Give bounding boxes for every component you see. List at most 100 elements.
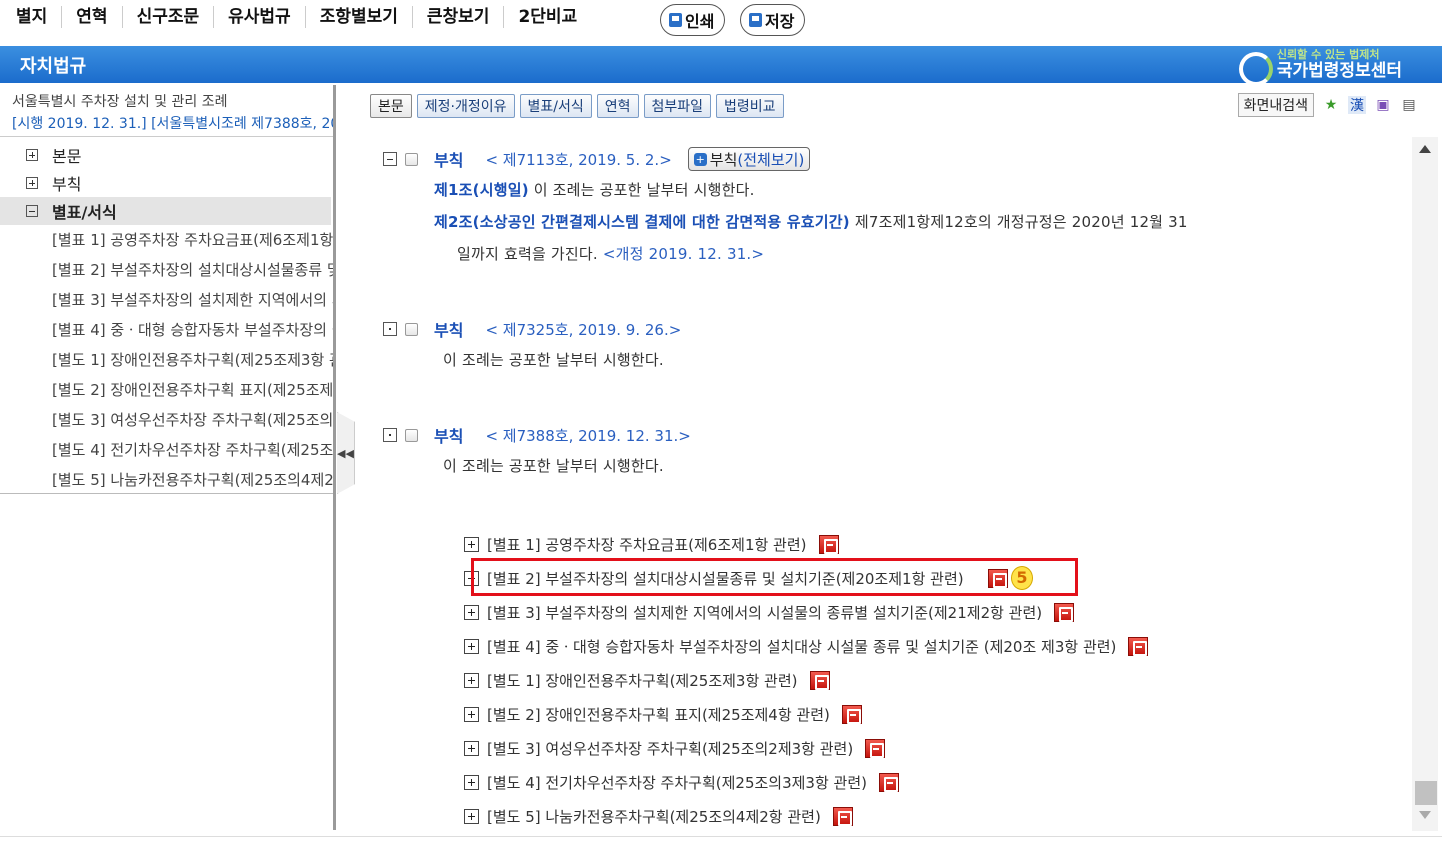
tree-divider: [0, 493, 333, 494]
addendum-reference[interactable]: < 제7113호, 2019. 5. 2.>: [485, 149, 671, 170]
expand-icon[interactable]: [26, 177, 38, 189]
tree-item-table-2[interactable]: [별표 2] 부설주차장의 설치대상시설물종류 및 설치기준(제20조제1항 관…: [0, 255, 333, 285]
tab-main-text[interactable]: 본문: [370, 94, 412, 118]
expand-icon[interactable]: [464, 809, 479, 824]
tree-item-figure-1[interactable]: [별도 1] 장애인전용주차구획(제25조제3항 관련): [0, 345, 333, 375]
tree-item-figure-3[interactable]: [별도 3] 여성우선주차장 주차구획(제25조의2제3항 관련): [0, 405, 333, 435]
form-item-figure-3[interactable]: [별도 3] 여성우선주차장 주차구획(제25조의2제3항 관련): [464, 738, 886, 759]
form-title[interactable]: [별도 5] 나눔카전용주차구획(제25조의4제2항 관련): [487, 806, 821, 827]
form-title[interactable]: [별도 2] 장애인전용주차구획 표지(제25조제4항 관련): [487, 704, 830, 725]
form-item-table-4[interactable]: [별표 4] 중ㆍ대형 승합자동차 부설주차장의 설치대상 시설물 종류 및 설…: [464, 636, 1149, 657]
hwp-file-icon[interactable]: [865, 739, 886, 758]
leaf-icon[interactable]: [383, 322, 397, 336]
print-button[interactable]: 인쇄: [660, 4, 726, 36]
collapse-pane-button[interactable]: ◀◀: [337, 412, 355, 494]
menu-history[interactable]: 연혁: [61, 6, 121, 28]
form-title[interactable]: [별도 4] 전기차우선주차장 주차구획(제25조의3제3항 관련): [487, 772, 867, 793]
menu-byeolji[interactable]: 별지: [8, 6, 61, 28]
expand-icon[interactable]: [464, 707, 479, 722]
tree-item-figure-2[interactable]: [별도 2] 장애인전용주차구획 표지(제25조제4항 관련): [0, 375, 333, 405]
hwp-file-icon[interactable]: [1054, 603, 1075, 622]
plus-icon: +: [693, 152, 707, 166]
form-title[interactable]: [별표 1] 공영주차장 주차요금표(제6조제1항 관련): [487, 534, 807, 555]
menu-two-column-compare[interactable]: 2단비교: [503, 6, 591, 28]
form-item-table-3[interactable]: [별표 3] 부설주차장의 설치제한 지역에서의 시설물의 종류별 설치기준(제…: [464, 602, 1075, 623]
expand-icon[interactable]: [464, 537, 479, 552]
menu-old-new-compare[interactable]: 신구조문: [121, 6, 214, 28]
addendum-reference[interactable]: < 제7325호, 2019. 9. 26.>: [485, 319, 681, 340]
collapse-icon[interactable]: [26, 205, 38, 217]
save-button[interactable]: 저장: [740, 4, 806, 36]
form-item-figure-2[interactable]: [별도 2] 장애인전용주차구획 표지(제25조제4항 관련): [464, 704, 862, 725]
expand-icon[interactable]: [464, 605, 479, 620]
menu-by-article[interactable]: 조항별보기: [304, 6, 412, 28]
tree-item-table-1[interactable]: [별표 1] 공영주차장 주차요금표(제6조제1항 관련): [0, 225, 333, 255]
tree-node-label: 별표/서식: [52, 203, 117, 222]
tab-attached-files[interactable]: 첨부파일: [643, 94, 712, 118]
form-item-figure-4[interactable]: [별도 4] 전기차우선주차장 주차구획(제25조의3제3항 관련): [464, 772, 899, 793]
scroll-down-icon[interactable]: [1419, 811, 1431, 819]
article-text-continued: 일까지 효력을 가진다.: [457, 245, 603, 263]
hwp-file-icon[interactable]: [1128, 637, 1149, 656]
addendum-checkbox[interactable]: [405, 152, 418, 166]
tree-item-table-3[interactable]: [별표 3] 부설주차장의 설치제한 지역에서의 시설물의 종류별 설치기준: [0, 285, 333, 315]
doc-tabs: 본문 제정·개정이유 별표/서식 연혁 첨부파일 법령비교: [370, 94, 784, 118]
star-add-icon[interactable]: ★: [1322, 96, 1340, 114]
tab-history[interactable]: 연혁: [596, 94, 639, 118]
tree-node-attachments[interactable]: 별표/서식: [0, 197, 331, 225]
save-label: 저장: [765, 12, 795, 31]
tree-item-table-4[interactable]: [별표 4] 중ㆍ대형 승합자동차 부설주차장의 설치대상 시설물 종류: [0, 315, 333, 345]
tab-attachments[interactable]: 별표/서식: [519, 94, 592, 118]
hanja-icon[interactable]: 漢: [1348, 96, 1366, 114]
double-chevron-left-icon: ◀◀: [337, 446, 354, 460]
addendum-checkbox[interactable]: [405, 322, 418, 336]
addendum-label: 부칙: [434, 321, 464, 340]
tab-law-compare[interactable]: 법령비교: [716, 94, 784, 118]
form-title[interactable]: [별표 3] 부설주차장의 설치제한 지역에서의 시설물의 종류별 설치기준(제…: [487, 602, 1042, 623]
tab-revision-reason[interactable]: 제정·개정이유: [416, 94, 515, 118]
form-title[interactable]: [별표 4] 중ㆍ대형 승합자동차 부설주차장의 설치대상 시설물 종류 및 설…: [487, 636, 1116, 657]
article-1: 제1조(시행일) 이 조례는 공포한 날부터 시행한다.: [434, 179, 755, 200]
leaf-icon[interactable]: [383, 428, 397, 442]
top-toolbar: 별지 연혁 신구조문 유사법규 조항별보기 큰창보기 2단비교 인쇄 저장: [0, 0, 1442, 46]
tree-item-figure-4[interactable]: [별도 4] 전기차우선주차장 주차구획(제25조의3제3항 관련): [0, 435, 333, 465]
hwp-file-icon[interactable]: [809, 671, 830, 690]
hwp-file-icon[interactable]: [818, 535, 839, 554]
law-enforcement-info: [시행 2019. 12. 31.] [서울특별시조례 제7388호, 2019…: [12, 116, 333, 132]
menu-large-window[interactable]: 큰창보기: [411, 6, 504, 28]
form-title[interactable]: [별도 3] 여성우선주차장 주차구획(제25조의2제3항 관련): [487, 738, 853, 759]
law-header: 서울특별시 주차장 설치 및 관리 조례 [시행 2019. 12. 31.] …: [0, 85, 333, 137]
tree-node-main-text[interactable]: 본문: [0, 141, 333, 169]
collapse-icon[interactable]: [383, 152, 397, 166]
brand-slogan: 신뢰할 수 있는 법제처: [1276, 48, 1380, 61]
expand-icon[interactable]: [464, 741, 479, 756]
expand-icon[interactable]: [464, 639, 479, 654]
revision-note[interactable]: <개정 2019. 12. 31.>: [603, 245, 764, 263]
expand-icon[interactable]: [26, 149, 38, 161]
tree-node-label: 부칙: [52, 175, 82, 194]
in-page-search-button[interactable]: 화면내검색: [1237, 93, 1314, 117]
article-title: 제2조(소상공인 간편결제시스템 결제에 대한 감면적용 유효기간): [434, 213, 850, 231]
addendum-checkbox[interactable]: [405, 428, 418, 442]
form-item-table-1[interactable]: [별표 1] 공영주차장 주차요금표(제6조제1항 관련): [464, 534, 839, 555]
scroll-thumb[interactable]: [1415, 781, 1437, 805]
hwp-file-icon[interactable]: [841, 705, 862, 724]
printer-icon[interactable]: ▤: [1400, 96, 1418, 114]
form-item-figure-1[interactable]: [별도 1] 장애인전용주차구획(제25조제3항 관련): [464, 670, 830, 691]
hwp-file-icon[interactable]: [879, 773, 899, 792]
hwp-file-icon[interactable]: [832, 807, 853, 826]
menu-similar-laws[interactable]: 유사법규: [213, 6, 305, 28]
vertical-scrollbar[interactable]: [1412, 137, 1438, 831]
brand[interactable]: 신뢰할 수 있는 법제처 국가법령정보센터: [1237, 48, 1402, 86]
save-disk-icon[interactable]: ▣: [1374, 96, 1392, 114]
scroll-up-icon[interactable]: [1419, 145, 1431, 153]
tree-item-figure-5[interactable]: [별도 5] 나눔카전용주차구획(제25조의4제2항 관련): [0, 465, 333, 495]
expand-icon[interactable]: [464, 775, 479, 790]
form-item-figure-5[interactable]: [별도 5] 나눔카전용주차구획(제25조의4제2항 관련): [464, 806, 853, 827]
form-title[interactable]: [별도 1] 장애인전용주차구획(제25조제3항 관련): [487, 670, 798, 691]
tree-node-addenda[interactable]: 부칙: [0, 169, 333, 197]
expand-icon[interactable]: [464, 673, 479, 688]
addendum-reference[interactable]: < 제7388호, 2019. 12. 31.>: [485, 425, 690, 446]
document-pane: 본문 제정·개정이유 별표/서식 연혁 첨부파일 법령비교 화면내검색 ★ 漢 …: [355, 85, 1440, 836]
view-all-addenda-button[interactable]: + 부칙 (전체보기): [687, 147, 811, 171]
